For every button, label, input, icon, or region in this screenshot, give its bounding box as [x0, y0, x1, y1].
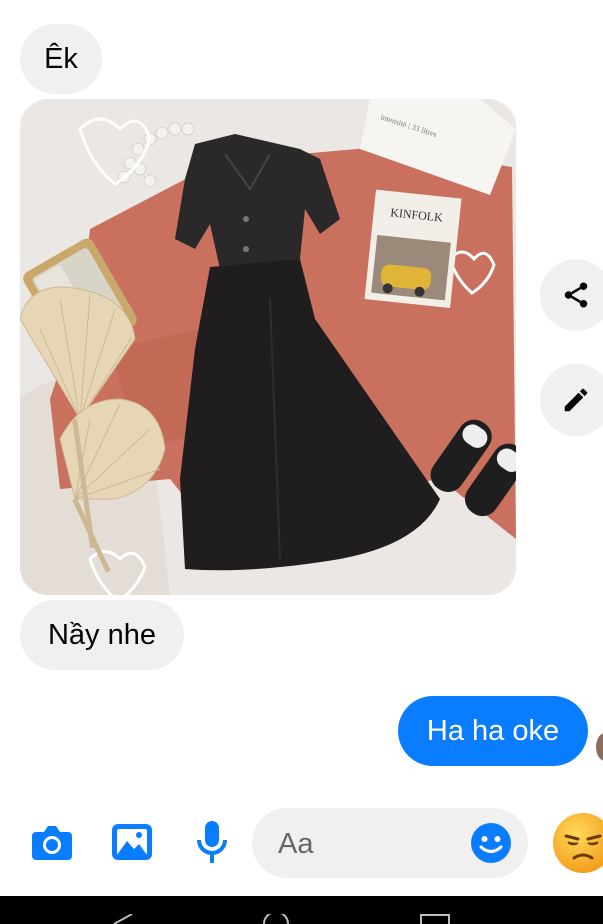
home-icon[interactable] [262, 914, 290, 924]
recents-icon[interactable] [420, 914, 450, 924]
back-icon[interactable] [112, 914, 134, 924]
unamused-face-emoji[interactable] [552, 812, 603, 874]
camera-icon [32, 826, 72, 860]
android-navigation-bar [0, 896, 603, 924]
seen-avatar [596, 733, 603, 761]
microphone-icon [197, 821, 227, 863]
smiley-icon[interactable] [470, 822, 512, 864]
message-text: Nầy nhe [47, 618, 156, 651]
incoming-message-bubble[interactable]: Nầy nhe [20, 600, 184, 670]
message-text: Êk [44, 42, 78, 75]
message-composer [0, 790, 603, 896]
incoming-message-bubble[interactable]: Êk [20, 24, 102, 94]
share-button[interactable] [540, 259, 603, 331]
message-text: Ha ha oke [426, 714, 560, 747]
message-input[interactable] [276, 808, 470, 880]
outfit-photo-illustration: intensité | 33 litres KINFOLK [20, 99, 516, 595]
microphone-button[interactable] [186, 816, 238, 868]
message-input-container [252, 808, 528, 880]
image-icon [112, 824, 152, 860]
edit-button[interactable] [540, 364, 603, 436]
camera-button[interactable] [26, 816, 78, 868]
pencil-icon [564, 388, 588, 412]
share-icon [564, 282, 588, 308]
shared-photo[interactable]: intensité | 33 litres KINFOLK [20, 99, 516, 595]
outgoing-message-bubble[interactable]: Ha ha oke [398, 696, 588, 766]
gallery-button[interactable] [106, 816, 158, 868]
